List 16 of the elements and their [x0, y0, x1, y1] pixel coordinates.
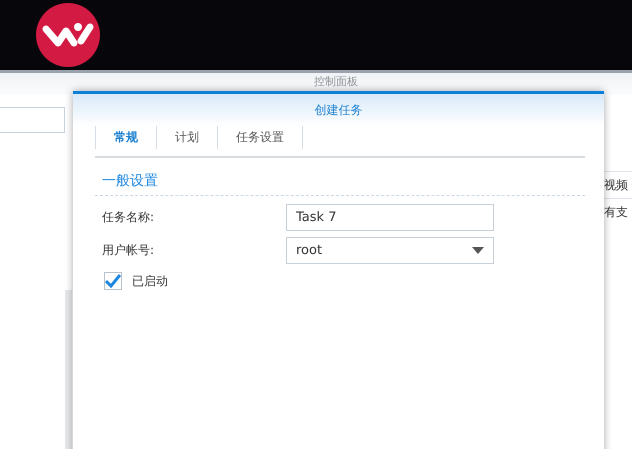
tab[interactable]: 常规 — [95, 126, 156, 149]
tab[interactable]: 计划 — [156, 126, 217, 149]
caret-icon — [472, 247, 484, 254]
logo-icon — [36, 3, 100, 67]
field-label: 用户帐号: — [101, 242, 156, 259]
dropdown[interactable]: root — [286, 237, 494, 264]
scrollbar[interactable] — [65, 290, 72, 449]
field-label: 任务名称: — [101, 209, 156, 226]
checkbox-label: 已启动 — [132, 272, 168, 290]
input-field[interactable] — [0, 107, 65, 133]
input-field[interactable]: Task 7 — [286, 204, 494, 231]
window-title: 控制面板 — [314, 75, 358, 90]
checkbox[interactable] — [104, 272, 122, 290]
tab[interactable]: 任务设置 — [217, 126, 303, 149]
section-title: 一般设置 — [95, 172, 585, 196]
dialog-title: 创建任务 — [314, 102, 362, 118]
